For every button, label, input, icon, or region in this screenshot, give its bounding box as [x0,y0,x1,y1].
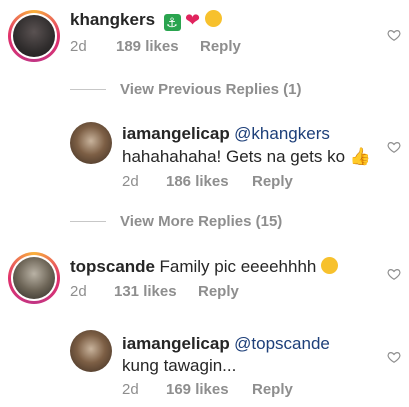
comment-topscande: topscande Family pic eeeehhhh 2d 131 lik… [0,245,409,310]
reply-button[interactable]: Reply [252,173,293,190]
view-more-replies[interactable]: View More Replies (15) [70,213,282,230]
comment-username[interactable]: topscande [70,257,155,276]
reply-button[interactable]: Reply [252,381,293,398]
comment-time: 2d [70,38,87,55]
comment-khangkers: khangkers ⚓ ❤ 2d 189 likes Reply [0,0,409,70]
comment-username[interactable]: iamangelicap [122,334,230,353]
heart-icon: ❤ [184,10,201,30]
divider [70,89,106,90]
comment-time: 2d [70,283,87,300]
avatar[interactable] [70,330,112,372]
likes-count[interactable]: 189 likes [116,38,200,55]
hugging-face-icon [204,10,222,27]
like-heart-icon[interactable] [387,140,401,154]
comment-time: 2d [122,381,139,398]
like-heart-icon[interactable] [387,350,401,364]
view-previous-replies[interactable]: View Previous Replies (1) [70,81,301,98]
comment-text: kung tawagin... [122,356,237,375]
comment-text: hahahahaha! Gets na gets ko [122,147,346,166]
reply-button[interactable]: Reply [200,38,241,55]
likes-count[interactable]: 169 likes [166,381,252,398]
view-more-replies-label[interactable]: View More Replies (15) [120,213,282,230]
avatar[interactable] [13,15,55,57]
mention-link[interactable]: @topscande [234,334,330,353]
mention-link[interactable]: @khangkers [234,124,330,143]
anchor-icon: ⚓ [163,14,181,31]
comment-username[interactable]: khangkers [70,10,155,29]
avatar[interactable] [13,257,55,299]
likes-count[interactable]: 186 likes [166,173,252,190]
likes-count[interactable]: 131 likes [114,283,198,300]
reply-iamangelicap-1: iamangelicap @khangkers hahahahaha! Gets… [0,112,409,197]
view-previous-replies-label[interactable]: View Previous Replies (1) [120,81,301,98]
comment-time: 2d [122,173,139,190]
comment-text: Family pic eeeehhhh [159,257,317,276]
smiling-face-icon [320,257,338,274]
comment-username[interactable]: iamangelicap [122,124,230,143]
like-heart-icon[interactable] [387,267,401,281]
thumbs-up-icon: 👍 [349,147,371,166]
reply-button[interactable]: Reply [198,283,239,300]
like-heart-icon[interactable] [387,28,401,42]
avatar[interactable] [70,122,112,164]
reply-iamangelicap-2: iamangelicap @topscande kung tawagin... … [0,320,409,407]
divider [70,221,106,222]
